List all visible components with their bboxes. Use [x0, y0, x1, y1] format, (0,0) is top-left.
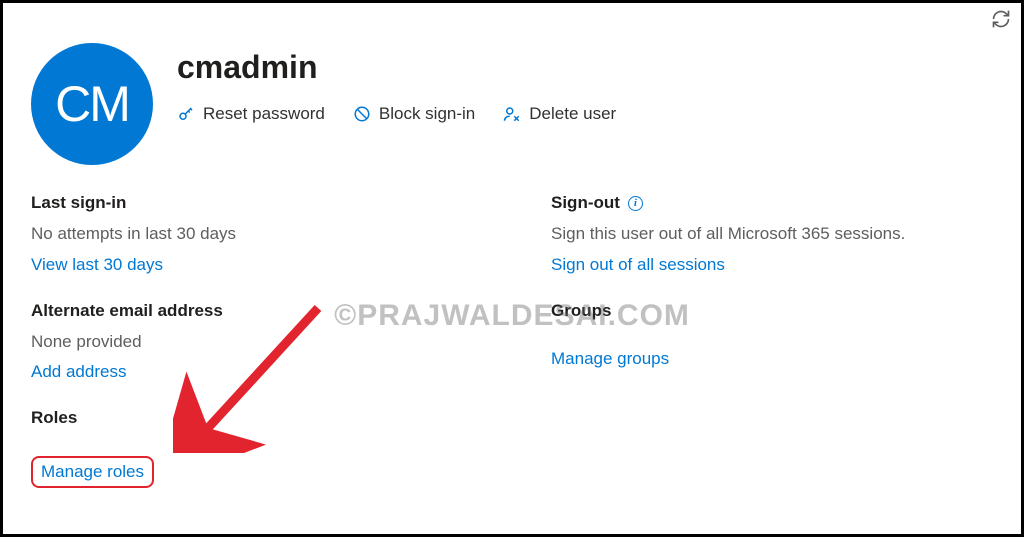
refresh-icon[interactable] [991, 9, 1011, 29]
manage-roles-link[interactable]: Manage roles [41, 462, 144, 481]
add-address-link[interactable]: Add address [31, 362, 126, 381]
block-icon [353, 105, 371, 123]
reset-password-button[interactable]: Reset password [177, 104, 325, 124]
last-signin-body: No attempts in last 30 days [31, 221, 531, 247]
delete-user-icon [503, 105, 521, 123]
delete-user-button[interactable]: Delete user [503, 104, 616, 124]
last-signin-title: Last sign-in [31, 193, 531, 213]
reset-password-label: Reset password [203, 104, 325, 124]
alt-email-title: Alternate email address [31, 301, 531, 321]
sign-out-sessions-link[interactable]: Sign out of all sessions [551, 255, 725, 274]
groups-section: Groups Manage groups [551, 301, 1009, 369]
roles-title: Roles [31, 408, 531, 428]
user-header: CM cmadmin Reset password [31, 43, 1009, 165]
sign-out-section: Sign-out i Sign this user out of all Mic… [551, 193, 1009, 275]
view-last-30-days-link[interactable]: View last 30 days [31, 255, 163, 274]
block-signin-button[interactable]: Block sign-in [353, 104, 475, 124]
manage-groups-link[interactable]: Manage groups [551, 349, 669, 368]
avatar: CM [31, 43, 153, 165]
block-signin-label: Block sign-in [379, 104, 475, 124]
key-icon [177, 105, 195, 123]
sign-out-body: Sign this user out of all Microsoft 365 … [551, 221, 1009, 247]
last-signin-section: Last sign-in No attempts in last 30 days… [31, 193, 531, 275]
delete-user-label: Delete user [529, 104, 616, 124]
info-icon[interactable]: i [628, 196, 643, 211]
alt-email-section: Alternate email address None provided Ad… [31, 301, 531, 383]
manage-roles-highlight: Manage roles [31, 456, 154, 488]
sign-out-title: Sign-out [551, 193, 620, 213]
username-heading: cmadmin [177, 49, 616, 86]
alt-email-body: None provided [31, 329, 531, 355]
groups-title: Groups [551, 301, 1009, 321]
roles-section: Roles Manage roles [31, 408, 531, 488]
